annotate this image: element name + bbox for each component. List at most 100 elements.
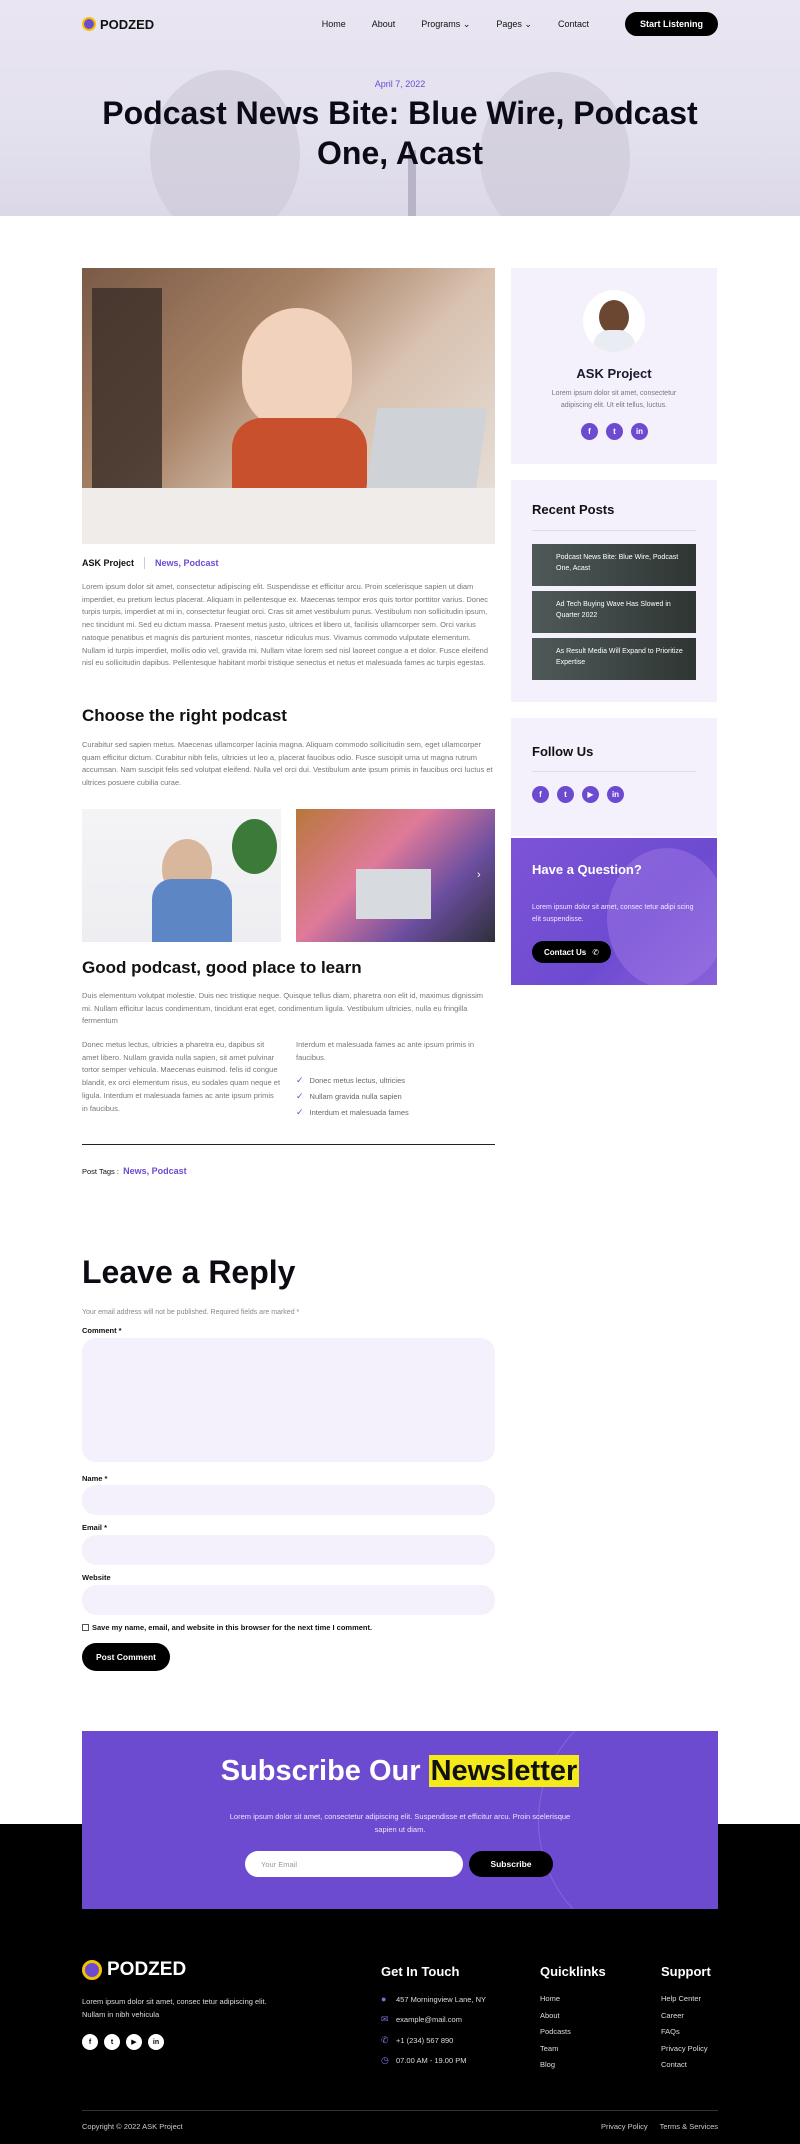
- tag-links[interactable]: News, Podcast: [123, 1166, 187, 1176]
- twitter-icon[interactable]: t: [104, 2034, 120, 2050]
- featured-image: [82, 268, 495, 544]
- chevron-down-icon: ⌄: [524, 18, 532, 29]
- author-bio: Lorem ipsum dolor sit amet, consectetur …: [551, 390, 677, 409]
- page-title: Podcast News Bite: Blue Wire, Podcast On…: [102, 95, 698, 171]
- linkedin-icon[interactable]: in: [631, 423, 648, 440]
- footer-link-home[interactable]: Home: [540, 1994, 560, 2003]
- save-info-checkbox[interactable]: [82, 1624, 89, 1631]
- heading-good-podcast: Good podcast, good place to learn: [82, 958, 362, 977]
- post-tags: Post Tags : News, Podcast: [82, 1166, 187, 1176]
- recent-post-item[interactable]: Ad Tech Buying Wave Has Slowed in Quarte…: [532, 591, 696, 633]
- follow-title: Follow Us: [532, 744, 594, 759]
- save-info-checkbox-row[interactable]: Save my name, email, and website in this…: [82, 1623, 372, 1632]
- contact-heading: Get In Touch: [381, 1964, 460, 1979]
- footer-email[interactable]: ✉ example@mail.com: [381, 2014, 462, 2025]
- comment-field[interactable]: [82, 1338, 495, 1462]
- recent-post-item[interactable]: As Result Media Will Expand to Prioritiz…: [532, 638, 696, 680]
- chevron-right-icon[interactable]: ›: [477, 869, 489, 881]
- follow-social: f t ▶ in: [532, 786, 624, 803]
- post-author[interactable]: ASK Project: [82, 558, 134, 568]
- footer-link-team[interactable]: Team: [540, 2044, 558, 2053]
- contact-us-button[interactable]: Contact Us ✆: [532, 941, 611, 963]
- group-image: ›: [296, 809, 495, 942]
- newsletter-section: Subscribe Our Newsletter Lorem ipsum dol…: [82, 1731, 718, 1909]
- main-menu: Home About Programs ⌄ Pages ⌄ Contact: [322, 19, 589, 30]
- footer-link-blog[interactable]: Blog: [540, 2060, 555, 2069]
- post-paragraph-2: Curabitur sed sapien metus. Maecenas ull…: [82, 740, 493, 788]
- logo-text: PODZED: [100, 16, 155, 32]
- post-comment-button[interactable]: Post Comment: [82, 1643, 170, 1671]
- post-date: April 7, 2022: [374, 79, 426, 89]
- list-item: ✓ Donec metus lectus, ultricies: [296, 1074, 405, 1085]
- nav-home[interactable]: Home: [322, 19, 346, 30]
- facebook-icon[interactable]: f: [82, 2034, 98, 2050]
- footer-link-about[interactable]: About: [540, 2011, 560, 2020]
- twitter-icon[interactable]: t: [606, 423, 623, 440]
- footer-logo[interactable]: PODZED: [82, 1959, 186, 1981]
- post-intro: Lorem ipsum dolor sit amet, consectetur …: [82, 582, 489, 668]
- phone-icon: ✆: [592, 947, 599, 957]
- footer-divider: [82, 2110, 718, 2111]
- divider: [532, 530, 696, 531]
- recent-posts-card: Recent Posts Podcast News Bite: Blue Wir…: [511, 480, 717, 702]
- recent-post-item[interactable]: Podcast News Bite: Blue Wire, Podcast On…: [532, 544, 696, 586]
- nav-about[interactable]: About: [372, 19, 396, 30]
- save-info-label: Save my name, email, and website in this…: [92, 1623, 373, 1632]
- twitter-icon[interactable]: t: [557, 786, 574, 803]
- footer-phone[interactable]: ✆ +1 (234) 567 890: [381, 2035, 453, 2046]
- terms-link[interactable]: Terms & Services: [660, 2122, 718, 2131]
- hero-section: PODZED Home About Programs ⌄ Pages ⌄ Con…: [0, 0, 800, 216]
- footer-social: f t ▶ in: [82, 2034, 164, 2050]
- avatar: [583, 290, 645, 352]
- desk-illustration: [82, 488, 495, 544]
- linkedin-icon[interactable]: in: [607, 786, 624, 803]
- site-logo[interactable]: PODZED: [82, 17, 154, 32]
- linkedin-icon[interactable]: in: [148, 2034, 164, 2050]
- name-label: Name *: [82, 1474, 108, 1483]
- footer-link-contact[interactable]: Contact: [661, 2060, 687, 2069]
- subscribe-button[interactable]: Subscribe: [469, 1851, 553, 1877]
- footer-link-career[interactable]: Career: [661, 2011, 684, 2020]
- post-meta: ASK Project News, Podcast: [82, 557, 219, 569]
- nav-programs[interactable]: Programs ⌄: [421, 19, 470, 30]
- meta-divider: [144, 557, 146, 569]
- facebook-icon[interactable]: f: [581, 423, 598, 440]
- legal-links: Privacy Policy Terms & Services: [601, 2122, 718, 2131]
- woman-illustration: [242, 308, 352, 428]
- footer-address: ● 457 Morningview Lane, NY: [381, 1994, 487, 2004]
- check-icon: ✓: [296, 1090, 304, 1101]
- website-field[interactable]: [82, 1585, 495, 1615]
- question-title: Have a Question?: [532, 862, 642, 877]
- footer-about: Lorem ipsum dolor sit amet, consec tetur…: [82, 1997, 267, 2019]
- quicklinks-heading: Quicklinks: [540, 1964, 606, 1979]
- post-categories[interactable]: News, Podcast: [155, 558, 219, 568]
- newsletter-email-input[interactable]: Your Email: [245, 1851, 463, 1877]
- footer-link-privacy[interactable]: Privacy Policy: [661, 2044, 708, 2053]
- name-field[interactable]: [82, 1485, 495, 1515]
- nav-pages[interactable]: Pages ⌄: [496, 19, 532, 30]
- logo-icon: [82, 17, 96, 31]
- support-heading: Support: [661, 1964, 711, 1979]
- youtube-icon[interactable]: ▶: [126, 2034, 142, 2050]
- newsletter-text: Lorem ipsum dolor sit amet, consectetur …: [229, 1812, 571, 1834]
- podcaster-body-illustration: [152, 879, 232, 942]
- privacy-policy-link[interactable]: Privacy Policy: [601, 2122, 648, 2131]
- recent-posts-title: Recent Posts: [532, 502, 615, 517]
- footer-hours: ◷ 07.00 AM - 19.00 PM: [381, 2055, 467, 2065]
- start-listening-button[interactable]: Start Listening: [624, 12, 718, 36]
- location-icon: ●: [381, 1994, 387, 2004]
- check-icon: ✓: [296, 1074, 304, 1085]
- divider: [532, 771, 696, 772]
- copyright: Copyright © 2022 ASK Project: [82, 2122, 183, 2131]
- question-text: Lorem ipsum dolor sit amet, consec tetur…: [532, 904, 694, 923]
- facebook-icon[interactable]: f: [532, 786, 549, 803]
- youtube-icon[interactable]: ▶: [582, 786, 599, 803]
- website-label: Website: [82, 1573, 111, 1582]
- footer-link-podcasts[interactable]: Podcasts: [540, 2027, 571, 2036]
- reply-title: Leave a Reply: [82, 1254, 296, 1290]
- footer-link-faqs[interactable]: FAQs: [661, 2027, 680, 2036]
- email-field[interactable]: [82, 1535, 495, 1565]
- group-laptop-illustration: [356, 869, 431, 919]
- nav-contact[interactable]: Contact: [558, 19, 589, 30]
- footer-link-help[interactable]: Help Center: [661, 1994, 701, 2003]
